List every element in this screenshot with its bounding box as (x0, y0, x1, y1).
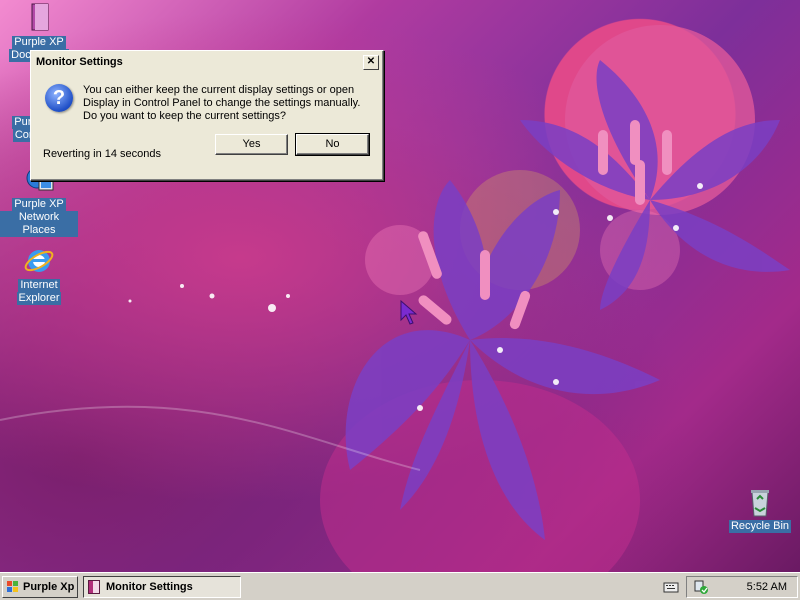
start-label: Purple Xp (23, 581, 75, 593)
desktop-icon-internet-explorer[interactable]: Internet Explorer (0, 245, 78, 305)
question-icon: ? (45, 84, 73, 112)
desktop-icon-label: Recycle Bin (728, 520, 792, 533)
network-status-icon[interactable] (693, 579, 709, 595)
taskbar: Purple Xp Monitor Settings 5:52 AM (0, 572, 800, 600)
start-button[interactable]: Purple Xp (2, 576, 78, 598)
internet-explorer-icon (23, 245, 55, 277)
dialog-title: Monitor Settings (36, 56, 123, 68)
taskbar-item-label: Monitor Settings (106, 581, 193, 593)
desktop-icon-label: Network Places (0, 211, 78, 237)
window-icon (88, 580, 100, 594)
message-line: You can either keep the current display … (83, 84, 355, 96)
windows-logo-icon (7, 581, 19, 593)
desktop-icon-label: Internet (18, 279, 60, 292)
desktop-icon-recycle-bin[interactable]: Recycle Bin (721, 486, 799, 533)
desktop-icon-label: Explorer (16, 292, 62, 305)
system-tray: 5:52 AM (663, 576, 798, 598)
no-button[interactable]: No (295, 133, 370, 156)
message-line: Display in Control Panel to change the s… (83, 97, 361, 109)
desktop[interactable]: Purple XP Documents Purple XP Computer P… (0, 0, 800, 572)
clock[interactable]: 5:52 AM (747, 577, 787, 597)
close-button[interactable]: ✕ (363, 55, 379, 70)
taskbar-item-monitor-settings[interactable]: Monitor Settings (83, 576, 241, 598)
message-line: Do you want to keep the current settings… (83, 110, 287, 122)
dialog-message: You can either keep the current display … (83, 84, 373, 123)
countdown-text: Reverting in 14 seconds (43, 148, 162, 160)
folder-documents-icon (23, 2, 55, 34)
mouse-cursor-icon (400, 300, 418, 325)
recycle-bin-icon (744, 486, 776, 518)
keyboard-icon[interactable] (663, 579, 679, 595)
monitor-settings-dialog: Monitor Settings ✕ ? You can either keep… (30, 50, 384, 181)
yes-button[interactable]: Yes (215, 134, 288, 155)
desktop-icon-label: Purple XP (12, 36, 66, 49)
dialog-title-bar[interactable]: Monitor Settings ✕ (33, 53, 381, 71)
desktop-icon-label: Purple XP (12, 198, 66, 211)
